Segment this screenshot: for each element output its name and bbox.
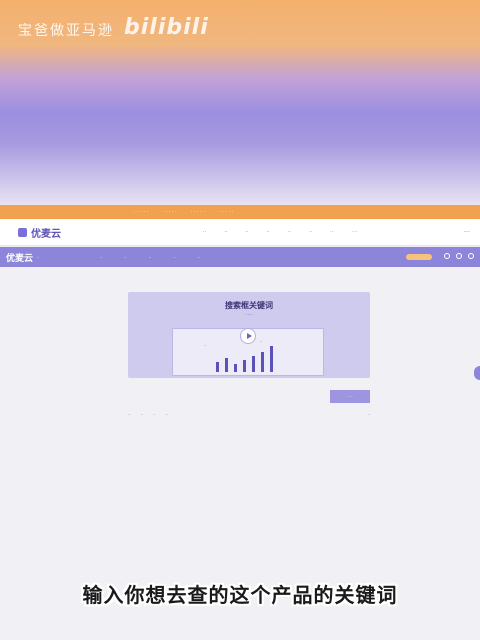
promo-segment: · · · · · bbox=[134, 209, 149, 215]
bell-icon[interactable] bbox=[456, 253, 462, 259]
keyword-search: ···· bbox=[128, 390, 370, 403]
play-icon[interactable] bbox=[240, 328, 256, 344]
app-menu-item[interactable]: ·· bbox=[198, 255, 201, 260]
app-menu: ·· ·· ·· ·· ·· bbox=[100, 255, 201, 260]
hero-subtitle: ······ bbox=[245, 312, 253, 317]
user-account[interactable]: ···· bbox=[464, 229, 470, 235]
channel-name: 宝爸做亚马逊 bbox=[18, 23, 114, 39]
nav-item[interactable]: ·· bbox=[224, 229, 227, 235]
app-menu-item[interactable]: ·· bbox=[124, 255, 127, 260]
nav-item[interactable]: ·· bbox=[309, 229, 312, 235]
video-caption: 输入你想去查的这个产品的关键词 bbox=[82, 583, 398, 607]
hint-item[interactable]: ·· bbox=[128, 412, 131, 417]
illustration-label: ·· bbox=[260, 340, 263, 344]
nav-item[interactable]: ·· bbox=[203, 229, 206, 235]
app-subtitle: ·· bbox=[37, 254, 40, 260]
bar bbox=[252, 356, 255, 372]
brand-name: 优麦云 bbox=[31, 228, 61, 240]
hint-more[interactable]: ·· bbox=[367, 412, 370, 417]
promo-bar: · · · · · · · · · · · · · · · · · · · · bbox=[0, 205, 480, 219]
search-button[interactable]: ···· bbox=[330, 390, 370, 403]
promo-segment: · · · · · bbox=[218, 209, 234, 215]
site-watermark: bilibili bbox=[124, 15, 209, 40]
bar bbox=[243, 360, 246, 372]
main-nav: ·· ·· ·· ·· ·· ·· ·· ···· bbox=[203, 229, 358, 235]
hero-title: 搜索框关键词 bbox=[225, 301, 273, 310]
promo-segment: · · · · · bbox=[162, 209, 177, 215]
hint-item[interactable]: ·· bbox=[153, 412, 156, 417]
logo-icon bbox=[18, 227, 27, 237]
site-header: 优麦云 ·· ·· ·· ·· ·· ·· ·· ···· ···· bbox=[0, 219, 480, 246]
app-menu-item[interactable]: ·· bbox=[173, 255, 176, 260]
hint-item[interactable]: ·· bbox=[141, 412, 144, 417]
nav-item[interactable]: ·· bbox=[330, 229, 333, 235]
keyword-input[interactable] bbox=[128, 390, 326, 403]
app-toolbar: 优麦云 ·· ·· ·· ·· ·· ·· bbox=[0, 247, 480, 267]
promo-segment: · · · · · bbox=[190, 209, 205, 215]
upgrade-badge[interactable] bbox=[406, 254, 432, 260]
nav-item[interactable]: ·· bbox=[245, 229, 248, 235]
app-menu-item[interactable]: ·· bbox=[149, 255, 152, 260]
illustration-bars bbox=[216, 346, 273, 372]
bar bbox=[261, 352, 264, 372]
feature-hero: 搜索框关键词 ······ ·· ·· bbox=[128, 292, 370, 378]
side-float-button[interactable] bbox=[474, 366, 480, 380]
nav-item[interactable]: ·· bbox=[288, 229, 291, 235]
bar bbox=[216, 362, 219, 372]
nav-item[interactable]: ·· bbox=[267, 229, 270, 235]
bar bbox=[225, 358, 228, 372]
illustration-label: ·· bbox=[204, 344, 207, 348]
bar bbox=[270, 346, 273, 372]
bar bbox=[234, 364, 237, 372]
search-icon[interactable] bbox=[444, 253, 450, 259]
search-hints: ·· ·· ·· ·· ·· bbox=[128, 412, 370, 417]
app-menu-item[interactable]: ·· bbox=[100, 255, 103, 260]
app-logo[interactable]: 优麦云 bbox=[6, 251, 33, 264]
more-icon[interactable] bbox=[468, 253, 474, 259]
video-banner: 宝爸做亚马逊 bilibili bbox=[0, 0, 480, 205]
nav-item-highlight[interactable]: ···· bbox=[351, 229, 357, 235]
brand-logo[interactable]: 优麦云 bbox=[18, 225, 61, 240]
hint-item[interactable]: ·· bbox=[166, 412, 169, 417]
